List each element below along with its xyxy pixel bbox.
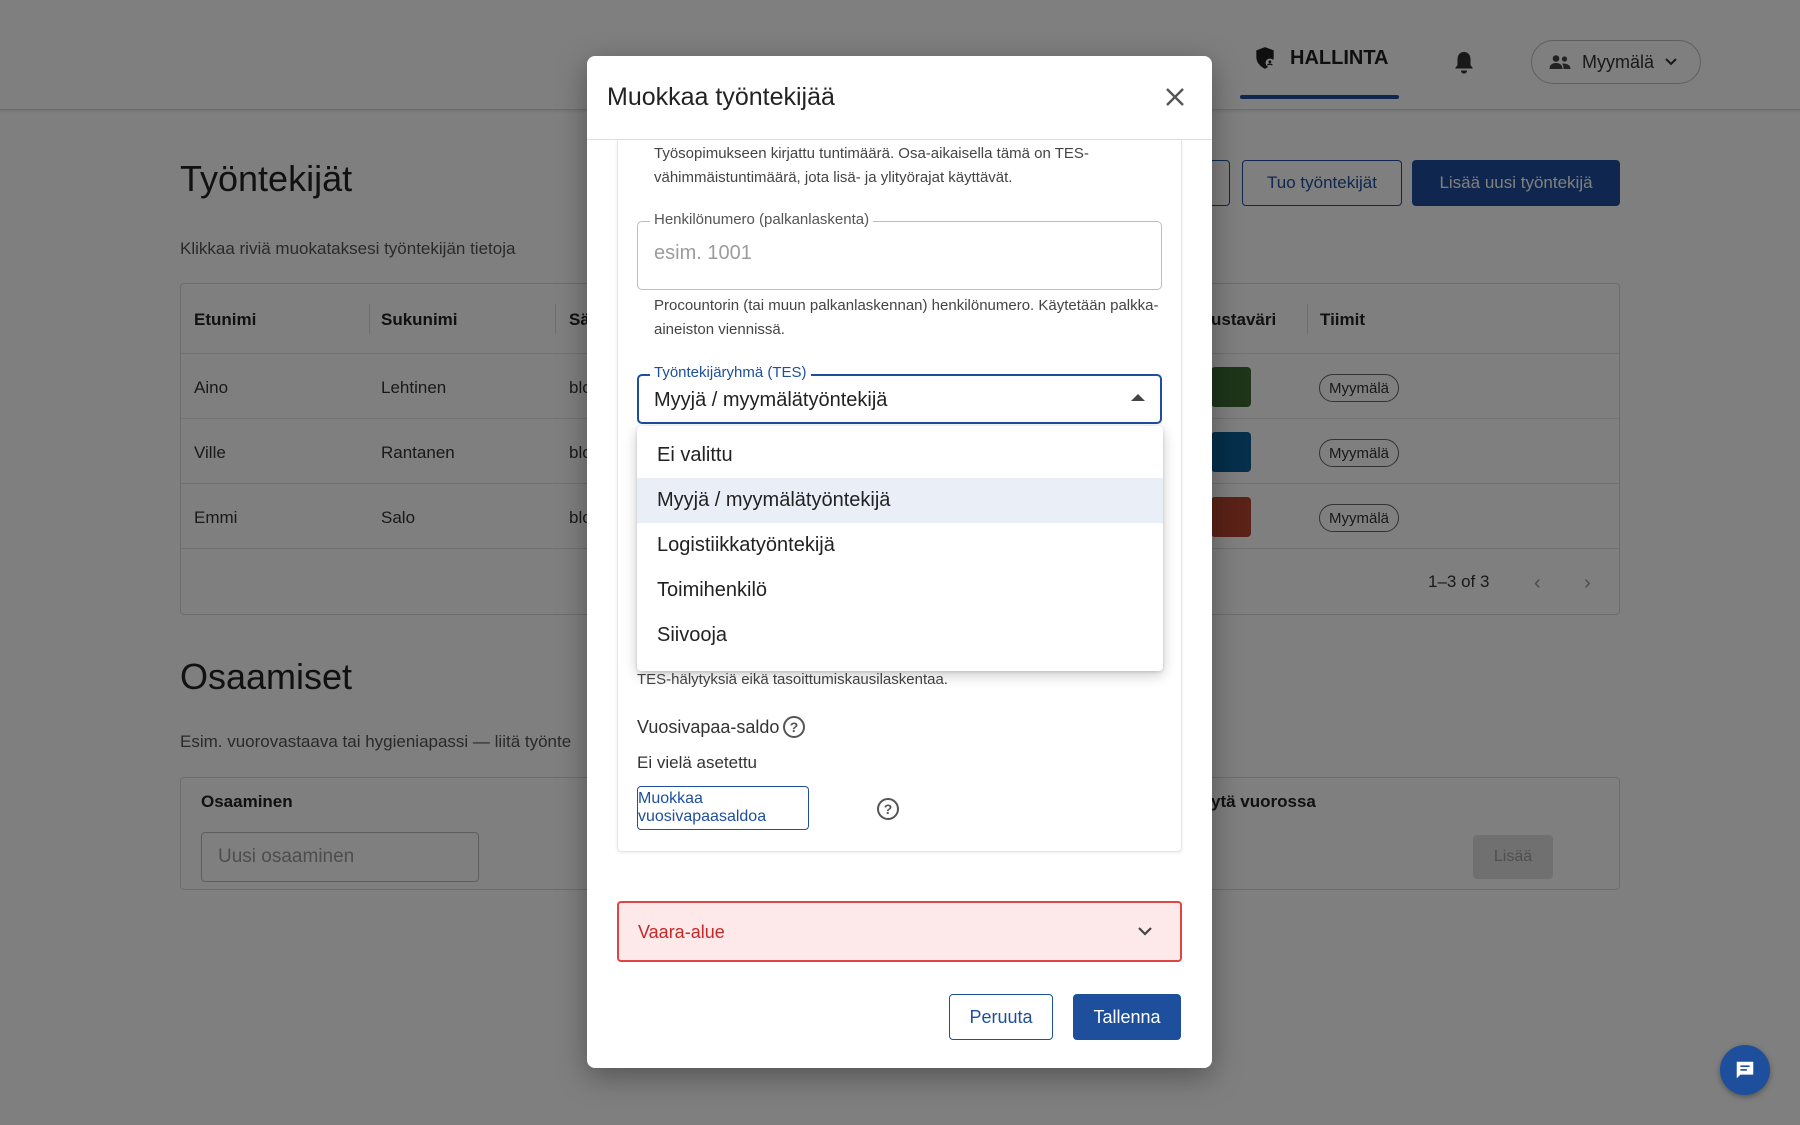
close-icon[interactable] [1160,82,1190,112]
cancel-button[interactable]: Peruuta [949,994,1053,1040]
chevron-down-icon [1138,927,1152,936]
save-button[interactable]: Tallenna [1073,994,1181,1040]
caret-up-icon [1131,394,1145,401]
edit-vacation-balance-button[interactable]: Muokkaa vuosivapaasaldoa [637,786,809,830]
chat-icon [1736,1061,1754,1079]
employee-group-helper: TES-hälytyksiä eikä tasoittumiskausilask… [637,671,948,688]
personnel-number-helper: Procountorin (tai muun palkanlaskennan) … [654,297,1159,338]
help-circle-icon[interactable]: ? [877,798,899,820]
dialog-header: Muokkaa työntekijää [587,56,1212,140]
menu-option-office-staff[interactable]: Toimihenkilö [637,568,1163,613]
danger-zone-label: Vaara-alue [638,922,725,942]
employee-group-select[interactable]: Työntekijäryhmä (TES) Myyjä / myymälätyö… [637,364,1162,424]
personnel-number-placeholder: esim. 1001 [654,242,752,264]
personnel-number-field[interactable]: Henkilönumero (palkanlaskenta) esim. 100… [637,211,1162,290]
personnel-number-label: Henkilönumero (palkanlaskenta) [650,211,874,228]
employee-group-menu: Ei valittu Myyjä / myymälätyöntekijä Log… [637,426,1163,671]
menu-option-salesperson[interactable]: Myyjä / myymälätyöntekijä [637,478,1163,523]
dialog-title: Muokkaa työntekijää [607,83,835,111]
menu-option-cleaner[interactable]: Siivooja [637,613,1163,658]
employee-group-value: Myyjä / myymälätyöntekijä [654,389,888,411]
contract-hours-helper: Työsopimukseen kirjattu tuntimäärä. Osa-… [654,145,1089,186]
vacation-balance-label: Vuosivapaa-saldo [637,717,780,737]
menu-option-not-selected[interactable]: Ei valittu [637,433,1163,478]
help-circle-icon[interactable]: ? [783,716,805,738]
danger-zone-accordion[interactable]: Vaara-alue [617,901,1182,962]
menu-option-logistics[interactable]: Logistiikkatyöntekijä [637,523,1163,568]
vacation-balance-status: Ei vielä asetettu [637,753,758,772]
employee-group-label: Työntekijäryhmä (TES) [650,364,811,381]
chat-button[interactable] [1720,1045,1770,1095]
